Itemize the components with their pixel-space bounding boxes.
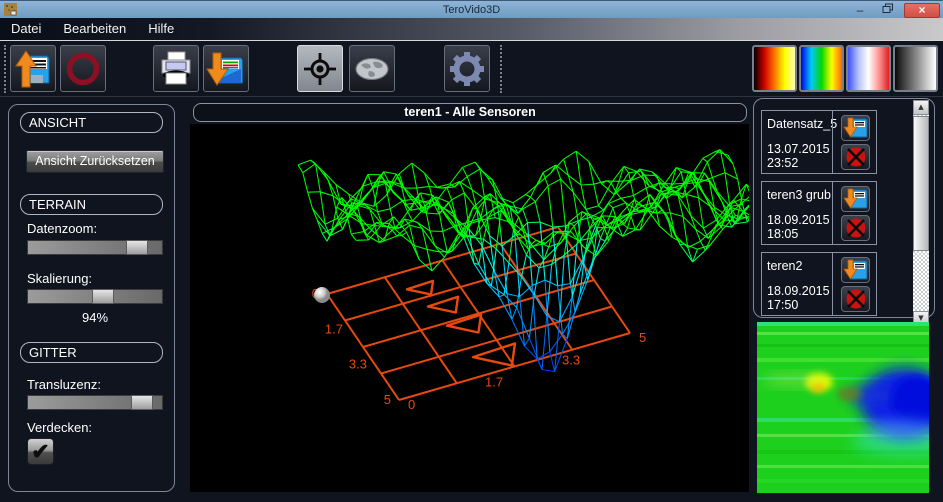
svg-text:3.3: 3.3 <box>349 357 367 372</box>
close-button[interactable]: × <box>904 3 940 18</box>
svg-text:0: 0 <box>408 397 415 412</box>
dataset-delete-button[interactable] <box>841 215 870 241</box>
palette-grayscale-button[interactable] <box>893 45 938 92</box>
floppy-down-arrow-icon <box>843 258 869 282</box>
delete-x-icon <box>843 216 869 240</box>
settings-button[interactable] <box>444 45 490 92</box>
menubar: Datei Bearbeiten Hilfe <box>0 18 943 41</box>
section-ansicht: ANSICHT <box>20 112 163 133</box>
card-divider <box>832 111 833 173</box>
dataset-time: 23:52 <box>767 156 798 170</box>
terrain-3d-scene: 001.71.73.33.355 <box>190 124 749 492</box>
dataset-time: 17:50 <box>767 298 798 312</box>
window-title: TeroVido3D <box>0 1 943 19</box>
viewport-title: teren1 - Alle Sensoren <box>193 103 747 122</box>
floppy-down-arrow-icon <box>843 187 869 211</box>
scrollbar-thumb[interactable] <box>913 116 929 251</box>
preview-heatmap[interactable] <box>757 322 929 493</box>
record-circle-icon <box>63 49 103 89</box>
svg-text:1.7: 1.7 <box>325 321 343 336</box>
transluzenz-label: Transluzenz: <box>27 377 101 392</box>
record-button[interactable] <box>60 45 106 92</box>
section-gitter: GITTER <box>20 342 163 363</box>
palette-blue-white-red-button[interactable] <box>846 45 891 92</box>
restore-button[interactable] <box>876 3 900 18</box>
verdecken-label: Verdecken: <box>27 420 92 435</box>
gear-icon <box>447 49 487 89</box>
svg-text:5: 5 <box>639 330 646 345</box>
datenzoom-label: Datenzoom: <box>27 221 97 236</box>
delete-x-icon <box>843 145 869 169</box>
palette-rainbow-button[interactable] <box>799 45 844 92</box>
dataset-card: teren3 grub 18.09.2015 18:05 <box>761 181 877 245</box>
floppy-down-arrow-icon <box>206 49 246 89</box>
palette-heat-button[interactable] <box>752 45 797 92</box>
section-terrain: TERRAIN <box>20 194 163 215</box>
reset-view-button[interactable]: Ansicht Zurücksetzen <box>26 150 164 173</box>
app-window: TeroVido3D – × Datei Bearbeiten Hilfe <box>0 0 943 502</box>
load-dataset-button[interactable] <box>10 45 56 92</box>
transluzenz-slider[interactable] <box>27 395 163 410</box>
globe-icon <box>351 49 393 89</box>
skalierung-slider[interactable] <box>27 289 163 304</box>
dataset-save-button[interactable] <box>841 115 870 141</box>
skalierung-slider-handle[interactable] <box>92 289 114 304</box>
card-divider <box>832 182 833 244</box>
floppy-down-arrow-icon <box>843 116 869 140</box>
dataset-card: teren2 18.09.2015 17:50 <box>761 252 877 316</box>
card-divider <box>832 253 833 315</box>
heatmap-image <box>757 322 929 493</box>
print-button[interactable] <box>153 45 199 92</box>
globe-button[interactable] <box>349 45 395 92</box>
window-controls: – × <box>848 1 940 19</box>
dataset-name: Datensatz_5 <box>767 117 837 131</box>
floppy-up-arrow-icon <box>13 49 53 89</box>
svg-text:5: 5 <box>384 392 391 407</box>
dataset-card: Datensatz_5 13.07.2015 23:52 <box>761 110 877 174</box>
svg-text:3.3: 3.3 <box>562 352 580 367</box>
dataset-name: teren3 grub <box>767 188 831 202</box>
datenzoom-slider-handle[interactable] <box>126 240 148 255</box>
scrollbar-up-button[interactable]: ▲ <box>913 100 929 115</box>
verdecken-checkbox[interactable]: ✔ <box>27 438 54 465</box>
dataset-date: 18.09.2015 <box>767 284 830 298</box>
delete-x-icon <box>843 287 869 311</box>
save-view-button[interactable] <box>203 45 249 92</box>
dataset-scrollbar: ▲ ▼ <box>913 100 929 326</box>
dataset-save-button[interactable] <box>841 257 870 283</box>
titlebar: TeroVido3D – × <box>0 0 943 18</box>
transluzenz-slider-handle[interactable] <box>131 395 153 410</box>
dataset-date: 13.07.2015 <box>767 142 830 156</box>
minimize-button[interactable]: – <box>848 3 872 18</box>
dataset-delete-button[interactable] <box>841 144 870 170</box>
dataset-delete-button[interactable] <box>841 286 870 312</box>
skalierung-label: Skalierung: <box>27 271 92 286</box>
menu-bearbeiten[interactable]: Bearbeiten <box>52 18 137 41</box>
menu-datei[interactable]: Datei <box>0 18 52 41</box>
skalierung-value: 94% <box>27 310 163 325</box>
menu-hilfe[interactable]: Hilfe <box>137 18 185 41</box>
printer-icon <box>156 49 196 89</box>
toolbar-separator <box>500 45 502 93</box>
dataset-name: teren2 <box>767 259 802 273</box>
center-view-button[interactable] <box>297 45 343 92</box>
dataset-save-button[interactable] <box>841 186 870 212</box>
svg-text:1.7: 1.7 <box>485 375 503 390</box>
datenzoom-slider[interactable] <box>27 240 163 255</box>
toolbar <box>0 41 943 97</box>
viewport-3d[interactable]: 001.71.73.33.355 <box>190 124 749 492</box>
crosshair-icon <box>300 49 340 89</box>
restore-icon <box>882 3 894 14</box>
dataset-time: 18:05 <box>767 227 798 241</box>
toolbar-separator <box>4 45 6 93</box>
dataset-date: 18.09.2015 <box>767 213 830 227</box>
